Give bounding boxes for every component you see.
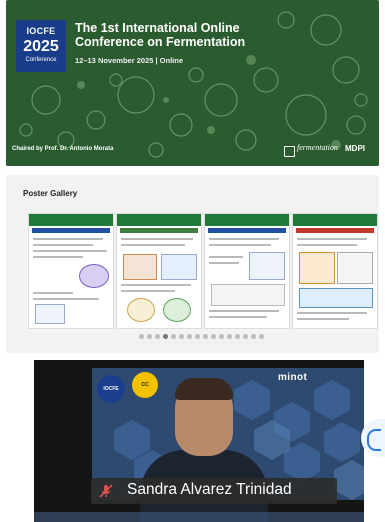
pagination-dot[interactable] (251, 334, 256, 339)
poster-thumbnail-1[interactable] (28, 213, 114, 329)
title-line-1: The 1st International Online (75, 21, 240, 35)
pagination-dot[interactable] (227, 334, 232, 339)
video-bottom-strip (34, 512, 364, 522)
pagination-dot[interactable] (179, 334, 184, 339)
pagination-dot[interactable] (147, 334, 152, 339)
conference-logo-badge: IOCFE 2025 Conference (16, 20, 66, 72)
pagination-dot[interactable] (155, 334, 160, 339)
side-panel-toggle-button[interactable] (361, 419, 385, 457)
participant-hair (175, 378, 233, 400)
gallery-title: Poster Gallery (23, 189, 78, 198)
pagination-dot[interactable] (211, 334, 216, 339)
conference-title: The 1st International Online Conference … (75, 21, 295, 49)
badge-label: Conference (25, 57, 57, 63)
badge-abbreviation: IOCFE (26, 26, 56, 36)
pagination-dot[interactable] (171, 334, 176, 339)
video-sticker-cc: CC (132, 372, 158, 398)
pagination-dot[interactable] (187, 334, 192, 339)
pagination-dot[interactable] (203, 334, 208, 339)
background-brand-text: minot (278, 372, 308, 383)
participant-name: Sandra Alvarez Trinidad (127, 481, 292, 498)
pagination-dot[interactable] (195, 334, 200, 339)
poster-thumbnail-3[interactable] (204, 213, 290, 329)
title-line-2: Conference on Fermentation (75, 35, 246, 49)
conference-banner: IOCFE 2025 Conference The 1st Internatio… (6, 0, 379, 166)
video-sticker-iocfe: IOCFE (97, 375, 125, 403)
conference-chair: Chaired by Prof. Dr. Antonio Morata (12, 146, 114, 152)
poster-thumbnail-4[interactable] (292, 213, 378, 329)
publisher-logo: MDPI (345, 144, 365, 153)
pagination-dot[interactable] (163, 334, 168, 339)
journal-name: fermentation (297, 143, 338, 152)
pagination-dot[interactable] (219, 334, 224, 339)
microphone-muted-icon (99, 484, 113, 498)
conference-date: 12–13 November 2025 | Online (75, 56, 183, 65)
pagination-dot[interactable] (243, 334, 248, 339)
pagination-dot[interactable] (259, 334, 264, 339)
pagination-dot[interactable] (139, 334, 144, 339)
badge-year: 2025 (23, 38, 59, 55)
journal-logo-icon (284, 146, 295, 157)
chevron-left-icon (367, 429, 381, 451)
pagination-dot[interactable] (235, 334, 240, 339)
poster-thumbnail-2[interactable] (116, 213, 202, 329)
